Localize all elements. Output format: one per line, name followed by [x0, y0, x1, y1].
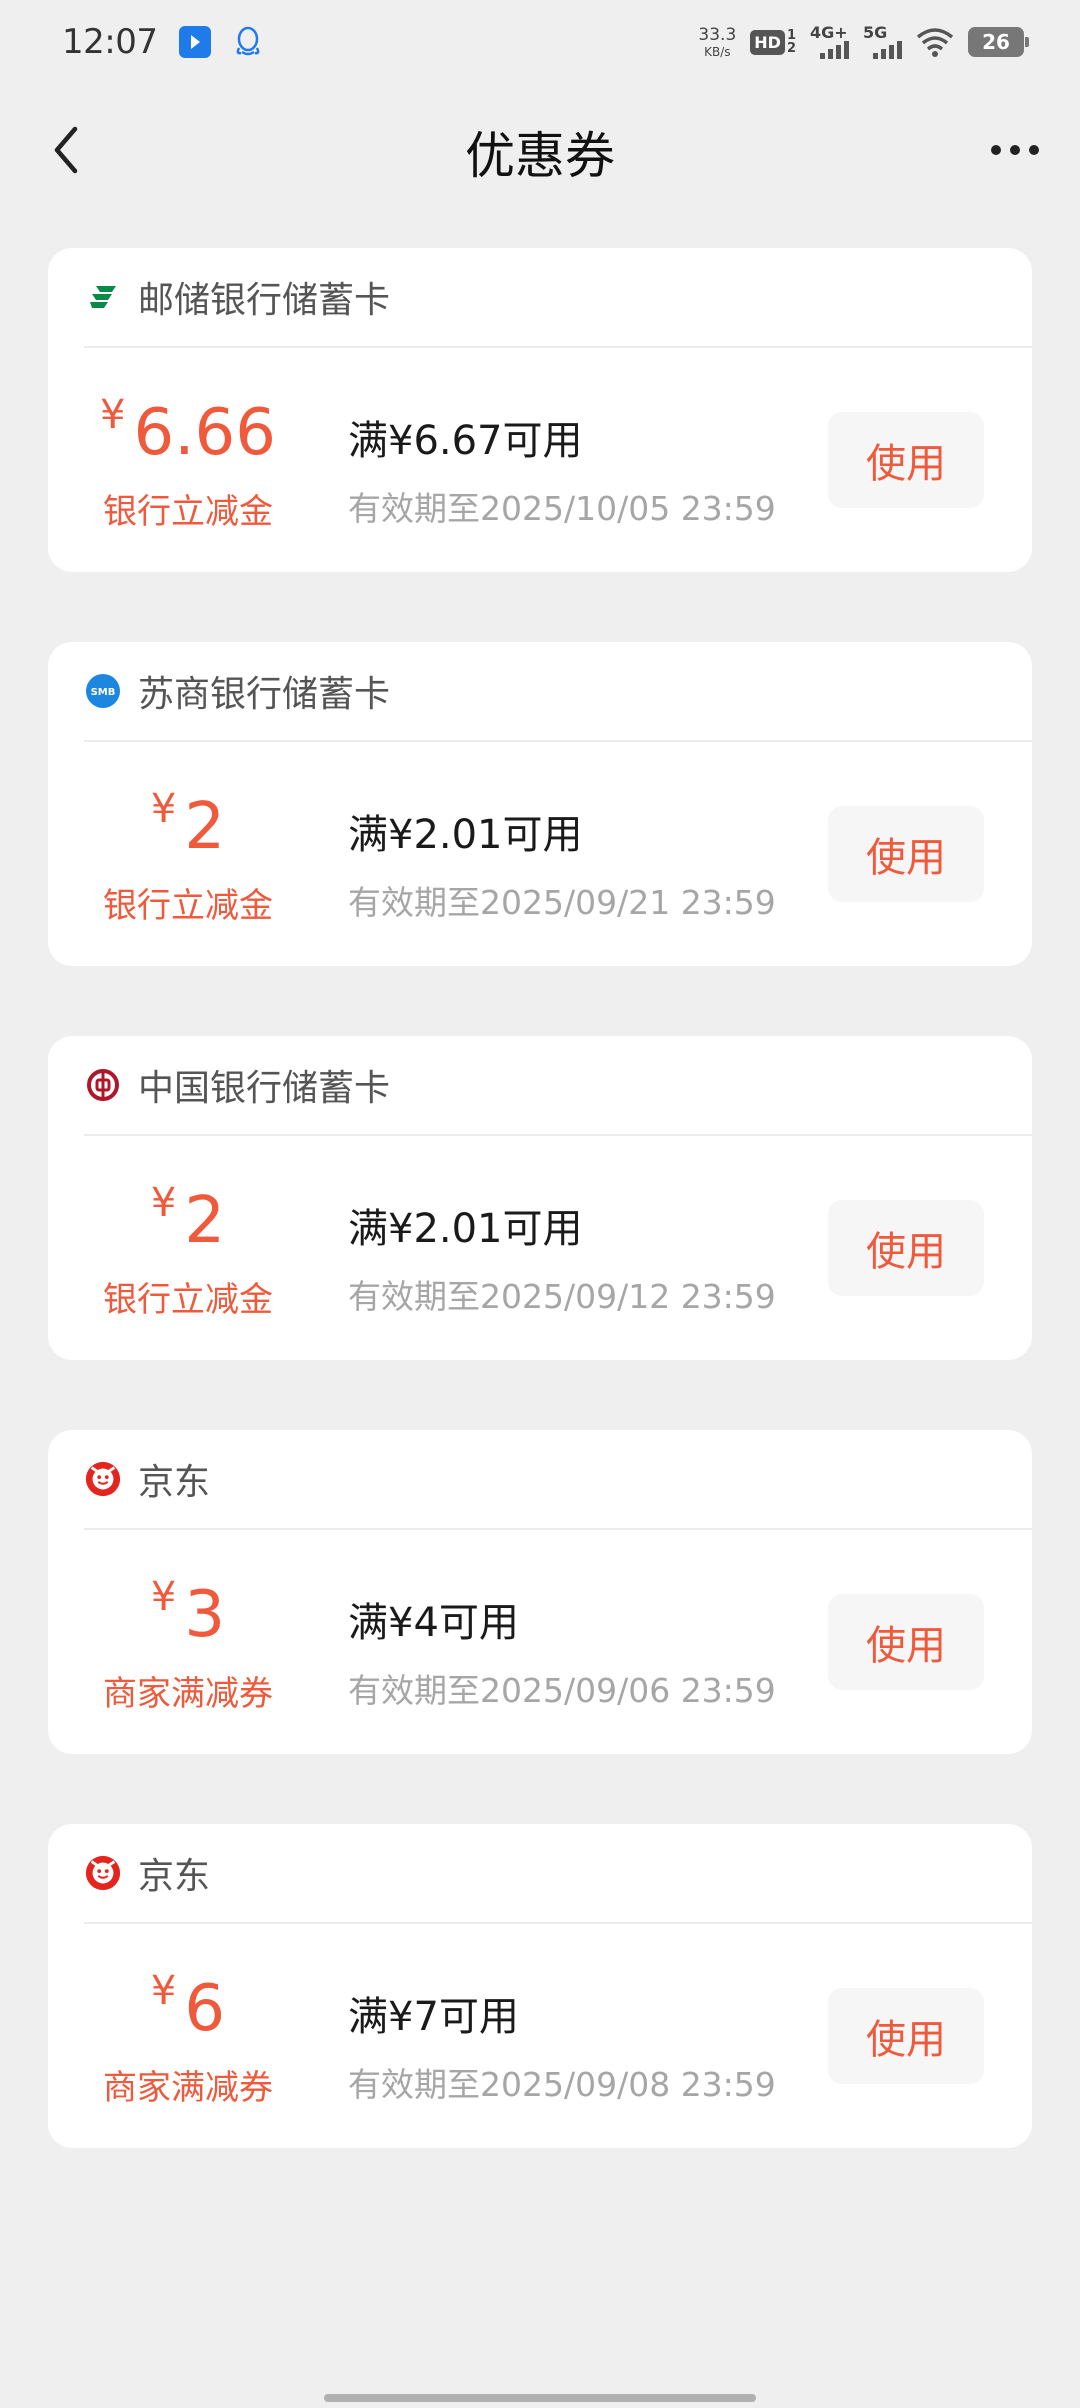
coupon-validity: 有效期至2025/09/08 23:59	[348, 2065, 776, 2104]
coupon-validity: 有效期至2025/09/06 23:59	[348, 1671, 776, 1710]
battery-icon: 26	[968, 27, 1029, 57]
hd-label: HD	[750, 29, 785, 55]
currency-symbol: ¥	[100, 392, 126, 438]
coupon-header: 中国银行储蓄卡	[84, 1036, 1032, 1136]
amount-value: 3	[184, 1578, 226, 1652]
network-5g-label: 5G	[863, 23, 888, 42]
bank-name: 邮储银行储蓄卡	[138, 280, 391, 321]
amount-value: 2	[184, 1184, 226, 1258]
coupon-body: ¥2 银行立减金 满¥2.01可用 有效期至2025/09/12 23:59 使…	[48, 1136, 1032, 1358]
coupon-type: 银行立减金	[103, 492, 273, 532]
coupon-condition: 满¥7可用	[348, 1994, 519, 2040]
coupon-amount: ¥6.66	[78, 392, 298, 470]
bank-name: 京东	[138, 1462, 211, 1503]
use-button[interactable]: 使用	[828, 412, 984, 508]
jd-icon	[84, 1460, 122, 1498]
coupon-type: 银行立减金	[103, 1280, 273, 1320]
use-button[interactable]: 使用	[828, 1200, 984, 1296]
currency-symbol: ¥	[150, 1180, 177, 1226]
battery-level: 26	[982, 30, 1010, 54]
coupon-header: SMB 苏商银行储蓄卡	[84, 642, 1032, 742]
coupon-header: 京东	[84, 1824, 1032, 1924]
wifi-icon	[916, 28, 954, 57]
bank-name: 京东	[138, 1856, 211, 1897]
coupon-header: 邮储银行储蓄卡	[84, 248, 1032, 348]
amount-value: 2	[184, 790, 226, 864]
coupon-amount: ¥6	[78, 1968, 298, 2046]
more-dot-icon	[1010, 145, 1020, 155]
home-indicator[interactable]	[324, 2394, 756, 2402]
coupon-body: ¥2 银行立减金 满¥2.01可用 有效期至2025/09/21 23:59 使…	[48, 742, 1032, 964]
page-title: 优惠券	[465, 127, 615, 185]
postal-savings-bank-icon	[84, 278, 122, 316]
coupon-card: 京东 ¥3 商家满减券 满¥4可用 有效期至2025/09/06 23:59 使…	[48, 1430, 1032, 1754]
currency-symbol: ¥	[150, 786, 177, 832]
coupon-validity: 有效期至2025/09/12 23:59	[348, 1277, 776, 1316]
coupon-condition: 满¥6.67可用	[348, 418, 583, 464]
use-button[interactable]: 使用	[828, 1594, 984, 1690]
coupon-body: ¥6 商家满减券 满¥7可用 有效期至2025/09/08 23:59 使用	[48, 1924, 1032, 2146]
status-time: 12:07	[62, 22, 158, 62]
coupon-validity: 有效期至2025/10/05 23:59	[348, 489, 776, 528]
coupon-amount: ¥2	[78, 1180, 298, 1258]
coupon-validity: 有效期至2025/09/21 23:59	[348, 883, 776, 922]
coupon-condition: 满¥2.01可用	[348, 812, 583, 858]
suzhou-bank-icon: SMB	[84, 672, 122, 710]
jd-icon	[84, 1854, 122, 1892]
status-left: 12:07	[62, 22, 263, 62]
coupon-card: 中国银行储蓄卡 ¥2 银行立减金 满¥2.01可用 有效期至2025/09/12…	[48, 1036, 1032, 1360]
signal-4g-icon: 4G+	[810, 25, 849, 59]
coupon-amount: ¥3	[78, 1574, 298, 1652]
network-speed-unit: KB/s	[704, 44, 731, 59]
amount-value: 6.66	[133, 396, 276, 470]
coupon-card: SMB 苏商银行储蓄卡 ¥2 银行立减金 满¥2.01可用 有效期至2025/0…	[48, 642, 1032, 966]
nav-bar: 优惠券	[0, 90, 1080, 210]
app-notification-icon	[179, 26, 212, 58]
hd-sub-bottom: 2	[786, 41, 796, 56]
coupon-type: 商家满减券	[103, 2068, 273, 2108]
coupon-header: 京东	[84, 1430, 1032, 1530]
signal-5g-icon: 5G	[863, 25, 902, 59]
coupon-condition: 满¥2.01可用	[348, 1206, 583, 1252]
bank-name: 中国银行储蓄卡	[138, 1068, 391, 1109]
network-speed-value: 33.3	[698, 24, 737, 45]
svg-text:SMB: SMB	[91, 687, 116, 698]
use-button[interactable]: 使用	[828, 806, 984, 902]
coupon-body: ¥6.66 银行立减金 满¥6.67可用 有效期至2025/10/05 23:5…	[48, 348, 1032, 570]
status-bar: 12:07 33.3 KB/s HD 1 2 4G+ 5G 26	[0, 0, 1080, 84]
coupon-card: 邮储银行储蓄卡 ¥6.66 银行立减金 满¥6.67可用 有效期至2025/10…	[48, 248, 1032, 572]
qq-notification-icon	[237, 26, 260, 56]
network-speed: 33.3 KB/s	[698, 24, 737, 59]
currency-symbol: ¥	[150, 1968, 177, 2014]
coupon-type: 银行立减金	[103, 886, 273, 926]
more-button[interactable]	[980, 120, 1050, 180]
coupon-card: 京东 ¥6 商家满减券 满¥7可用 有效期至2025/09/08 23:59 使…	[48, 1824, 1032, 2148]
network-4g-label: 4G+	[810, 23, 848, 42]
coupon-condition: 满¥4可用	[348, 1600, 519, 1646]
status-right: 33.3 KB/s HD 1 2 4G+ 5G 26	[698, 24, 1029, 59]
coupon-amount: ¥2	[78, 786, 298, 864]
amount-value: 6	[184, 1972, 226, 2046]
coupon-body: ¥3 商家满减券 满¥4可用 有效期至2025/09/06 23:59 使用	[48, 1530, 1032, 1752]
more-dot-icon	[991, 145, 1001, 155]
currency-symbol: ¥	[150, 1574, 177, 1620]
use-button[interactable]: 使用	[828, 1988, 984, 2084]
bank-of-china-icon	[84, 1066, 122, 1104]
coupon-list: 邮储银行储蓄卡 ¥6.66 银行立减金 满¥6.67可用 有效期至2025/10…	[48, 248, 1032, 2218]
bank-name: 苏商银行储蓄卡	[138, 674, 391, 715]
coupon-type: 商家满减券	[103, 1674, 273, 1714]
hd-voice-icon: HD 1 2	[750, 29, 796, 55]
more-dot-icon	[1029, 145, 1039, 155]
